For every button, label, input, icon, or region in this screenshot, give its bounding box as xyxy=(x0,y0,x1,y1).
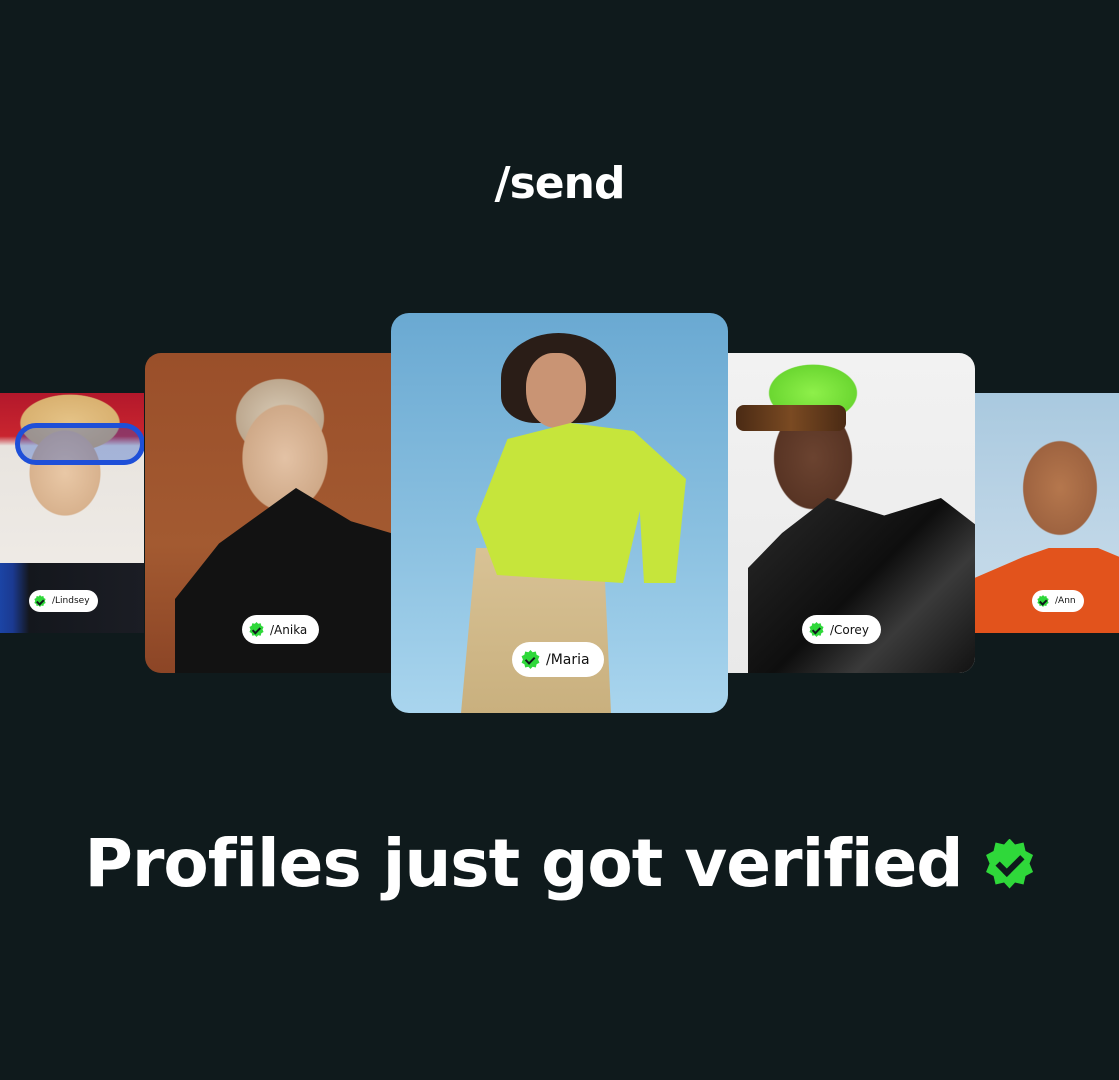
verified-badge-icon xyxy=(521,650,540,669)
photo-detail xyxy=(736,405,846,431)
profile-handle-tag[interactable]: /Maria xyxy=(512,642,604,677)
profile-handle-tag[interactable]: /Lindsey xyxy=(29,590,98,612)
profile-handle-tag[interactable]: /Anika xyxy=(242,615,320,644)
headline-text: Profiles just got verified xyxy=(84,825,963,902)
profile-handle-tag[interactable]: /Ann xyxy=(1032,590,1084,612)
verified-badge-icon xyxy=(249,622,264,637)
profile-handle: /Anika xyxy=(270,622,308,637)
verified-badge-icon xyxy=(986,838,1034,889)
photo-detail xyxy=(526,353,586,428)
profile-handle-tag[interactable]: /Corey xyxy=(802,615,881,644)
profile-handle: /Lindsey xyxy=(52,596,90,606)
promo-banner: /send /Lindsey /Anika /Maria /Corey /Ann… xyxy=(0,0,1119,1080)
profile-handle: /Ann xyxy=(1055,596,1076,606)
photo-detail xyxy=(15,423,144,465)
verified-badge-icon xyxy=(1037,595,1049,607)
verified-badge-icon xyxy=(34,595,46,607)
profile-handle: /Maria xyxy=(546,651,590,668)
verified-badge-icon xyxy=(809,622,824,637)
brand-logo: /send xyxy=(494,158,626,209)
headline: Profiles just got verified xyxy=(0,825,1119,902)
profile-handle: /Corey xyxy=(830,622,869,637)
